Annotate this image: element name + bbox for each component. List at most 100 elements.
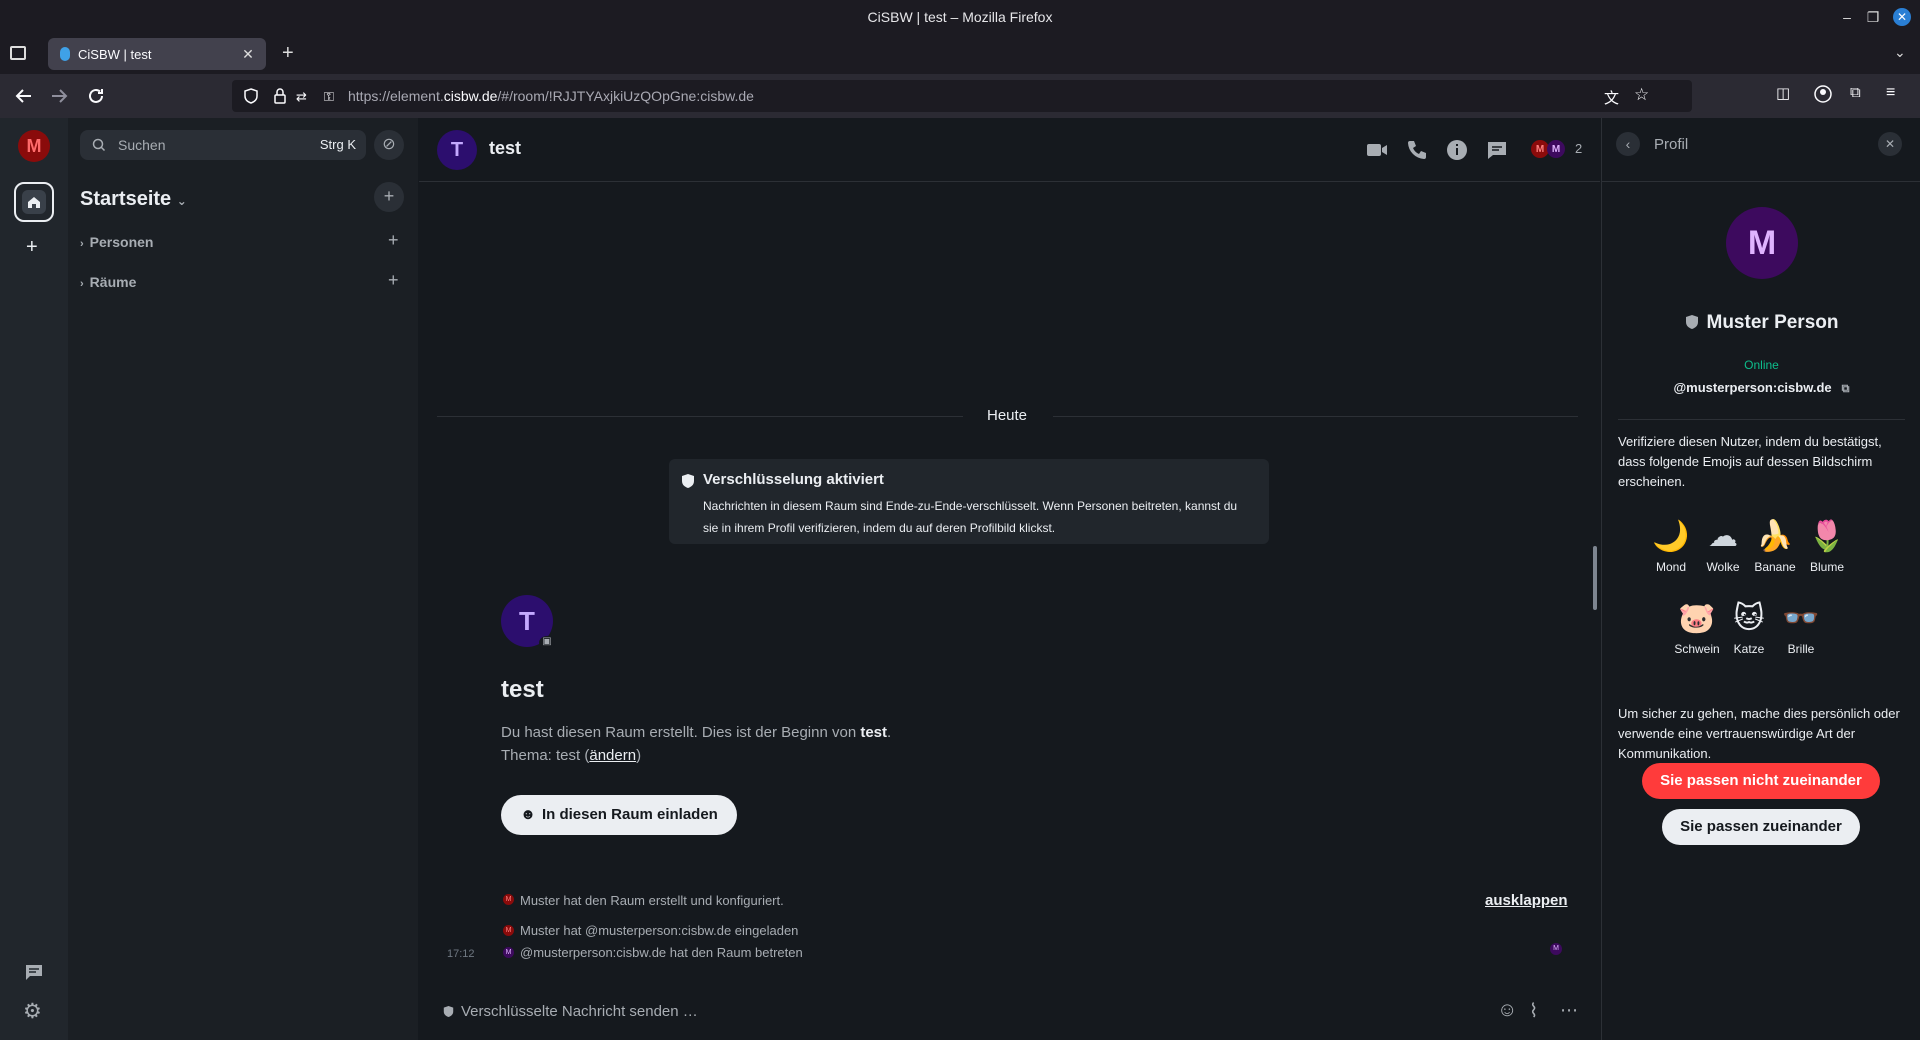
date-separator: Heute (987, 407, 1028, 424)
room-avatar[interactable]: T (437, 130, 477, 170)
search-placeholder: Suchen (118, 137, 166, 153)
new-tab-icon[interactable]: + (282, 42, 294, 65)
restore-icon[interactable]: ❐ (1864, 8, 1882, 26)
menu-icon[interactable]: ≡ (1886, 84, 1910, 108)
emoji-glasses: 👓 Brille (1782, 602, 1820, 656)
add-room-icon[interactable]: + (388, 270, 399, 291)
room-intro-text: Du hast diesen Raum erstellt. Dies ist d… (501, 724, 892, 741)
add-user-icon: ☻ (520, 806, 536, 823)
emoji-pig: 🐷 Schwein (1674, 602, 1720, 656)
bookmark-star-icon[interactable]: ☆ (1634, 85, 1649, 105)
event-text: Muster hat @musterperson:cisbw.de eingel… (520, 923, 799, 938)
explore-rooms-icon[interactable]: ⊘ (374, 130, 404, 160)
profile-avatar[interactable]: M (1726, 207, 1798, 279)
video-call-icon[interactable] (1365, 138, 1389, 162)
emoji-picker-icon[interactable]: ☺ (1497, 999, 1517, 1022)
verify-instructions: Verifiziere diesen Nutzer, indem du best… (1618, 434, 1882, 489)
event-text: @musterperson:cisbw.de hat den Raum betr… (520, 945, 803, 960)
user-avatar[interactable]: M (18, 130, 50, 162)
safety-note: Um sicher zu gehen, mache dies persönlic… (1618, 706, 1900, 761)
close-tab-icon[interactable]: ✕ (238, 44, 258, 64)
event-avatar[interactable]: M (503, 925, 514, 936)
minimize-icon[interactable]: – (1838, 8, 1856, 26)
read-receipt-avatar[interactable]: M (1550, 943, 1562, 955)
encryption-title: Verschlüsselung aktiviert (703, 471, 884, 488)
message-composer[interactable]: Verschlüsselte Nachricht senden … (461, 1003, 1461, 1020)
section-rooms[interactable]: › Räume (80, 274, 136, 290)
room-view: T test M M 2 Heute Verschlüsselung aktiv… (419, 118, 1600, 1040)
tab-bar: CiSBW | test ✕ + ⌄ (0, 34, 1920, 74)
emoji-flower: 🌷 Blume (1808, 520, 1846, 574)
nav-bar: ⇄ ⚿ https://element.cisbw.de/#/room/!RJJ… (0, 74, 1920, 118)
panel-title: Profil (1654, 136, 1689, 153)
member-list-button[interactable]: M M 2 (1531, 140, 1582, 160)
chevron-right-icon: › (80, 238, 84, 250)
create-space-icon[interactable]: + (26, 236, 38, 259)
header-divider (419, 181, 1600, 182)
camera-icon[interactable]: ▣ (539, 636, 555, 650)
list-tabs-icon[interactable]: ⌄ (1894, 44, 1906, 61)
lock-icon[interactable] (274, 88, 286, 104)
copy-icon[interactable]: ⧉ (1842, 383, 1850, 395)
more-options-icon[interactable]: ⋯ (1560, 1000, 1578, 1021)
extensions-icon[interactable]: ⧉ (1850, 84, 1874, 108)
attachment-icon[interactable]: ⌇ (1529, 1000, 1538, 1023)
timeline-scrollbar[interactable] (1593, 546, 1597, 610)
room-info-icon[interactable] (1445, 138, 1469, 162)
mismatch-button[interactable]: Sie passen nicht zueinander (1642, 763, 1880, 799)
favicon-icon (60, 47, 70, 61)
invite-button[interactable]: ☻ In diesen Raum einladen (501, 795, 737, 835)
emoji-moon: 🌙 Mond (1652, 520, 1690, 574)
profile-name: Muster Person (1602, 312, 1920, 334)
threads-icon[interactable] (1485, 138, 1509, 162)
home-space-button[interactable] (14, 182, 54, 222)
event-avatar[interactable]: M (503, 894, 514, 905)
search-icon (92, 138, 106, 152)
match-button[interactable]: Sie passen zueinander (1662, 809, 1860, 845)
forward-icon[interactable] (47, 84, 71, 108)
home-title[interactable]: Startseite ⌄ (80, 188, 187, 211)
reload-icon[interactable] (84, 84, 108, 108)
home-icon (28, 197, 40, 208)
event-text: Muster hat den Raum erstellt und konfigu… (520, 893, 784, 908)
pocket-icon[interactable]: ◫ (1776, 84, 1800, 108)
voice-call-icon[interactable] (1405, 138, 1429, 162)
search-input[interactable]: Suchen Strg K (80, 130, 366, 160)
add-room-button[interactable]: + (374, 182, 404, 212)
date-line (1053, 416, 1578, 417)
permissions-icon[interactable]: ⇄ (296, 89, 312, 104)
account-icon[interactable] (1813, 84, 1837, 108)
url-text[interactable]: https://element.cisbw.de/#/room/!RJJTYAx… (348, 88, 754, 104)
event-avatar[interactable]: M (503, 947, 514, 958)
chevron-right-icon: › (80, 278, 84, 290)
back-arrow-icon[interactable]: ‹ (1616, 132, 1640, 156)
url-bar[interactable]: ⇄ ⚿ https://element.cisbw.de/#/room/!RJJ… (232, 80, 1692, 112)
room-name[interactable]: test (489, 138, 521, 159)
translate-icon[interactable]: 文 (1604, 87, 1619, 108)
presence-status: Online (1744, 358, 1779, 372)
window-title: CiSBW | test – Mozilla Firefox (867, 9, 1053, 25)
key-icon[interactable]: ⚿ (324, 89, 340, 104)
threads-icon[interactable] (24, 962, 44, 982)
room-list-panel: Suchen Strg K ⊘ Startseite ⌄ + › Personen… (68, 118, 418, 1040)
browser-tab[interactable]: CiSBW | test ✕ (48, 38, 266, 70)
shield-icon[interactable] (244, 88, 258, 104)
tab-manager-icon[interactable] (10, 46, 26, 60)
room-intro-name: test (501, 676, 544, 703)
window-titlebar: CiSBW | test – Mozilla Firefox – ❐ ✕ (0, 0, 1920, 34)
member-count: 2 (1575, 141, 1583, 156)
back-icon[interactable] (12, 84, 36, 108)
settings-gear-icon[interactable]: ⚙ (23, 999, 42, 1024)
change-topic-link[interactable]: ändern (589, 747, 636, 764)
emoji-cat: 🐱 Katze (1733, 602, 1765, 656)
tab-title: CiSBW | test (78, 47, 152, 62)
add-person-icon[interactable]: + (388, 230, 399, 251)
search-shortcut: Strg K (319, 137, 356, 152)
section-people[interactable]: › Personen (80, 234, 153, 250)
close-window-icon[interactable]: ✕ (1893, 8, 1911, 26)
element-app: M + ⚙ Suchen Strg K ⊘ Startseite ⌄ + › Pe… (0, 118, 1920, 1040)
expand-link[interactable]: ausklappen (1485, 892, 1568, 909)
event-timestamp: 17:12 (447, 948, 475, 960)
header-divider (1602, 181, 1920, 182)
close-icon[interactable]: ✕ (1878, 132, 1902, 156)
